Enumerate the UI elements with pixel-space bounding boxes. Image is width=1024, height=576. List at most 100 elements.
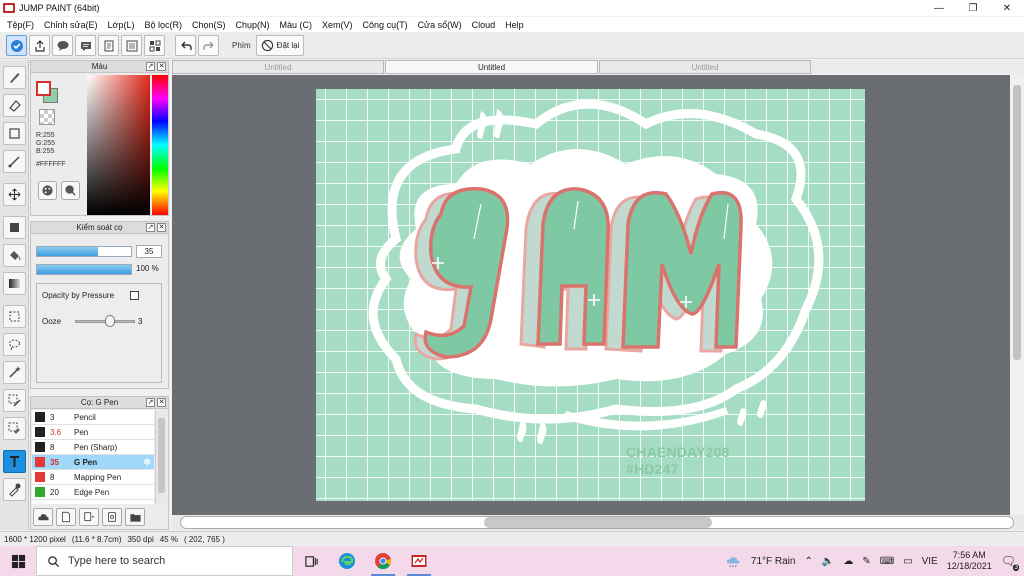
message-button[interactable] [75,35,96,56]
hue-slider[interactable] [152,75,168,215]
rectangle-tool[interactable] [3,122,26,145]
panel-close-icon[interactable]: ✕ [157,223,166,232]
eyedropper-tool[interactable] [3,478,26,501]
minimize-button[interactable]: — [922,0,956,16]
panel-float-icon[interactable]: ↗ [146,398,155,407]
size-slider[interactable] [36,246,132,257]
maximize-button[interactable]: ❐ [956,0,990,16]
edge-browser-button[interactable] [329,546,365,576]
rect-select-tool[interactable] [3,305,26,328]
move-arrows-icon [8,188,21,201]
brush-list-item[interactable]: 3 Pencil [32,410,154,425]
panel-float-icon[interactable]: ↗ [146,62,155,71]
opacity-slider[interactable] [36,264,132,275]
vertical-scrollbar[interactable] [1010,75,1024,515]
color-picker-button[interactable] [61,181,80,200]
size-value-input[interactable]: 35 [136,245,162,258]
brush-list-item[interactable]: 8 Mapping Pen [32,470,154,485]
notification-icon[interactable]: 🗨 3 [1001,554,1019,571]
opacity-by-pressure-checkbox[interactable] [130,291,139,300]
panel-float-icon[interactable]: ↗ [146,223,155,232]
list-icon [126,40,137,51]
layer-list-button[interactable] [121,35,142,56]
brush-menu-button[interactable] [79,508,99,526]
line-tool[interactable] [3,150,26,173]
tab-untitled-2[interactable]: Untitled [385,60,598,74]
brush-tool[interactable] [3,66,26,89]
chevron-up-icon[interactable]: ⌃ [804,556,812,567]
bucket-tool[interactable] [3,244,26,267]
menu-cloud[interactable]: Cloud [467,20,501,30]
text-tool[interactable] [3,450,26,473]
menu-color[interactable]: Màu (C) [275,20,318,30]
brush-settings-button[interactable] [102,508,122,526]
document-button[interactable] [98,35,119,56]
keyboard-icon[interactable]: ⌨ [880,556,894,567]
comment-button[interactable] [52,35,73,56]
chrome-browser-button[interactable] [365,546,401,576]
fill-rect-tool[interactable] [3,216,26,239]
hex-value: #FFFFFF [36,161,66,168]
cloud-check-button[interactable] [6,35,27,56]
tab-untitled-1[interactable]: Untitled [172,60,384,74]
redo-button[interactable] [198,35,219,56]
gradient-tool[interactable] [3,272,26,295]
artboard-canvas[interactable]: CHAENDAY208 #HD247 [316,89,865,501]
tab-untitled-3[interactable]: Untitled [599,60,811,74]
eraser-tool[interactable] [3,94,26,117]
foreground-color-swatch[interactable] [36,81,51,96]
brush-list-item[interactable]: 20 Edge Pen [32,485,154,500]
horizontal-scroll-thumb[interactable] [484,517,712,528]
horizontal-scrollbar[interactable] [172,515,1024,530]
folder-button[interactable] [125,508,145,526]
onedrive-cloud-icon[interactable]: ☁ [843,556,853,567]
brush-list-item[interactable]: 3.6 Pen [32,425,154,440]
grid-button[interactable] [144,35,165,56]
start-button[interactable] [0,546,36,576]
menu-help[interactable]: Help [500,20,529,30]
brush-list-scrollbar[interactable] [155,410,167,504]
lasso-tool[interactable] [3,333,26,356]
menu-select[interactable]: Chọn(S) [187,20,231,30]
magic-wand-tool[interactable] [3,361,26,384]
transparent-color-swatch[interactable] [39,109,55,125]
menu-window[interactable]: Cửa sổ(W) [413,20,467,30]
jump-paint-taskbar-button[interactable] [401,546,437,576]
weather-text[interactable]: 71°F Rain [751,556,796,567]
panel-close-icon[interactable]: ✕ [157,62,166,71]
cloud-brush-button[interactable] [33,508,53,526]
close-button[interactable]: ✕ [990,0,1024,16]
menu-filter[interactable]: Bộ lọc(R) [139,20,187,30]
new-brush-button[interactable] [56,508,76,526]
select-eraser-tool[interactable] [3,417,26,440]
move-tool[interactable] [3,183,26,206]
undo-button[interactable] [175,35,196,56]
clock[interactable]: 7:56 AM 12/18/2021 [947,550,992,572]
vertical-scroll-thumb[interactable] [1013,85,1021,360]
brush-list-item[interactable]: 8 Pen (Sharp) [32,440,154,455]
brush-settings-gear-icon[interactable]: ✲ [143,457,151,468]
folder-icon [129,513,141,522]
select-pen-tool[interactable] [3,389,26,412]
panel-close-icon[interactable]: ✕ [157,398,166,407]
menu-tools[interactable]: Công cụ(T) [358,20,413,30]
scroll-thumb[interactable] [158,418,165,493]
menu-view[interactable]: Xem(V) [317,20,358,30]
menu-file[interactable]: Tệp(F) [2,20,39,30]
menu-layer[interactable]: Lớp(L) [103,20,140,30]
task-view-button[interactable] [293,546,329,576]
ooze-slider-handle[interactable] [105,315,115,327]
menu-capture[interactable]: Chụp(N) [231,20,275,30]
saturation-value-picker[interactable] [87,75,150,215]
volume-icon[interactable]: 🔈 [822,556,834,567]
display-icon[interactable]: ▭ [903,556,912,567]
language-indicator[interactable]: VIE [922,556,938,567]
reset-button[interactable]: Đặt lại [255,35,305,56]
pen-icon[interactable]: ✎ [862,556,870,567]
menu-edit[interactable]: Chỉnh sửa(E) [39,20,103,30]
brush-list-item[interactable]: 35 G Pen ✲ [32,455,154,470]
taskbar-search[interactable]: Type here to search [36,546,293,576]
palette-button[interactable] [38,181,57,200]
message-icon [80,41,91,51]
share-button[interactable] [29,35,50,56]
